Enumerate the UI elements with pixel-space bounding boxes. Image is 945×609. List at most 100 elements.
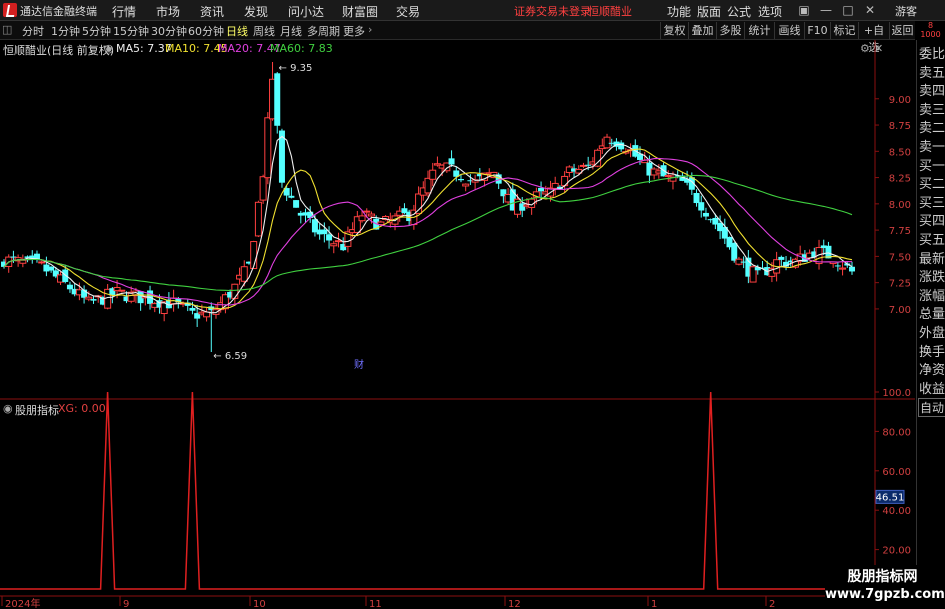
- close-icon[interactable]: ✕: [862, 2, 878, 18]
- app-logo-icon: [3, 3, 17, 17]
- side-panel-item: 涨跌: [918, 270, 945, 286]
- menu-item-jiaoyi[interactable]: 交易: [396, 3, 420, 20]
- x-tick-label: 9: [123, 599, 129, 609]
- side-panel-item: 总量: [918, 307, 945, 323]
- corner-line-2: 1000: [920, 30, 941, 39]
- candle-body: [693, 192, 700, 204]
- menu-item-wenxiaoda[interactable]: 问小达: [288, 3, 324, 20]
- menu-item-gongshi[interactable]: 公式: [727, 3, 751, 20]
- candle-body: [358, 215, 366, 222]
- side-panel-item: 买三: [918, 195, 945, 211]
- side-panel-item: 最新: [918, 251, 945, 267]
- candle-body: [19, 259, 27, 264]
- candle-body: [189, 307, 196, 311]
- menu-item-xuanxiang[interactable]: 选项: [758, 3, 782, 20]
- candle-body: [363, 210, 371, 213]
- indicator-tick-label: 60.00: [882, 467, 911, 478]
- side-panel-item: 卖二: [918, 121, 945, 137]
- watermark-line-2: www.7gpzb.com: [825, 587, 945, 602]
- price-tick-label: 8.25: [889, 174, 911, 185]
- x-axis: 2024年 9 10 11 12 1 2: [1, 596, 775, 609]
- skin-icon[interactable]: ▣: [796, 2, 812, 18]
- candle-body: [326, 234, 333, 241]
- tab-30min[interactable]: 30分钟: [151, 23, 187, 39]
- btn-biaoji[interactable]: 标记: [830, 22, 858, 39]
- side-panel-item: 涨幅: [918, 288, 945, 304]
- btn-duogu[interactable]: 多股: [716, 22, 744, 39]
- side-panel-item: 买五: [918, 233, 945, 248]
- x-tick-label: 11: [369, 599, 382, 609]
- login-alert[interactable]: 证券交易未登录: [514, 3, 591, 19]
- btn-fuquan[interactable]: 复权: [660, 22, 688, 39]
- candle-body: [849, 266, 855, 272]
- indicator-tick-label: 20.00: [882, 546, 911, 557]
- candle-body: [264, 117, 272, 179]
- candle-body: [462, 183, 470, 187]
- candle-body: [778, 256, 785, 260]
- tab-5min[interactable]: 5分钟: [82, 23, 111, 39]
- tab-monthly[interactable]: 月线: [280, 23, 302, 39]
- guest-label[interactable]: 游客: [895, 3, 917, 19]
- menu-item-zixun[interactable]: 资讯: [200, 3, 224, 20]
- quote-side-panel: 委比 卖五 卖四 卖三 卖二 卖一 买一 买二 买三 买四 买五 最新 涨跌 涨幅 总量 外盘 换手 净资 收益 自动: [916, 40, 945, 600]
- indicator-signal-series: [0, 391, 875, 590]
- tab-fenshi[interactable]: 分时: [22, 23, 44, 39]
- side-panel-item: 买一: [918, 158, 945, 174]
- btn-diejia[interactable]: 叠加: [688, 22, 716, 39]
- side-panel-item: 卖四: [918, 84, 945, 100]
- btn-add-watchlist[interactable]: +自选: [858, 22, 889, 54]
- period-toolbar: ◫ 分时 1分钟 5分钟 15分钟 30分钟 60分钟 日线 周线 月线 多周期…: [0, 21, 915, 54]
- tab-multi-period[interactable]: 多周期: [307, 23, 340, 39]
- price-tick-label: 8.75: [889, 121, 911, 132]
- candle-body: [731, 242, 738, 261]
- side-panel-item: 委比: [918, 47, 945, 62]
- btn-back[interactable]: 返回: [889, 22, 915, 39]
- menu-item-caifuquan[interactable]: 财富圈: [342, 3, 378, 20]
- menu-item-gongneng[interactable]: 功能: [667, 3, 691, 20]
- price-tick-label: 7.25: [889, 279, 911, 290]
- candle-body: [538, 187, 545, 192]
- tab-daily[interactable]: 日线: [226, 23, 248, 39]
- tab-weekly[interactable]: 周线: [253, 23, 275, 39]
- minimize-icon[interactable]: —: [818, 2, 834, 18]
- candle-body: [839, 267, 847, 270]
- chart-area[interactable]: 9.00 8.75 8.50 8.25 8.00 7.75 7.50 7.25 7.00 100…: [0, 40, 915, 609]
- btn-tongji[interactable]: 统计: [744, 22, 774, 39]
- side-panel-item[interactable]: 自动: [918, 398, 945, 418]
- candle-body: [429, 169, 437, 180]
- indicator-signal-line: [0, 391, 875, 590]
- candle-body: [448, 158, 455, 165]
- x-tick-label: 2: [769, 599, 775, 609]
- side-panel-item: 卖三: [918, 102, 945, 118]
- high-price-label: ← 9.35: [279, 63, 313, 74]
- tab-15min[interactable]: 15分钟: [113, 23, 149, 39]
- x-tick-label: 2024年: [5, 597, 40, 609]
- low-price-label: ← 6.59: [213, 351, 247, 362]
- toolbar-toggle-icon[interactable]: ◫: [2, 23, 12, 36]
- side-panel-item: 卖五: [918, 65, 945, 81]
- btn-f10[interactable]: F10: [804, 22, 830, 39]
- menu-item-hangqing[interactable]: 行情: [112, 3, 136, 20]
- price-tick-label: 7.50: [889, 252, 911, 263]
- candle-body: [367, 213, 375, 217]
- candle-body: [293, 200, 300, 208]
- indicator-tick-label: 40.00: [882, 506, 911, 517]
- candle-body: [118, 289, 126, 292]
- menu-item-faxian[interactable]: 发现: [244, 3, 268, 20]
- more-chevron-icon[interactable]: ›: [368, 23, 372, 36]
- btn-huaxian[interactable]: 画线: [774, 22, 804, 39]
- x-tick-label: 12: [508, 599, 521, 609]
- menu-item-banmian[interactable]: 版面: [697, 3, 721, 20]
- tab-60min[interactable]: 60分钟: [188, 23, 224, 39]
- maximize-icon[interactable]: □: [840, 2, 856, 18]
- candle-body: [698, 202, 705, 211]
- candle-body: [66, 284, 73, 290]
- tab-more[interactable]: 更多: [343, 23, 365, 39]
- corner-indicator: 8 1000: [916, 21, 945, 40]
- candle-body: [90, 299, 97, 301]
- side-panel-item: 净资: [918, 363, 945, 379]
- finance-marker[interactable]: 财: [354, 358, 364, 371]
- menu-item-shichang[interactable]: 市场: [156, 3, 180, 20]
- tab-1min[interactable]: 1分钟: [51, 23, 80, 39]
- candle-body: [457, 178, 464, 181]
